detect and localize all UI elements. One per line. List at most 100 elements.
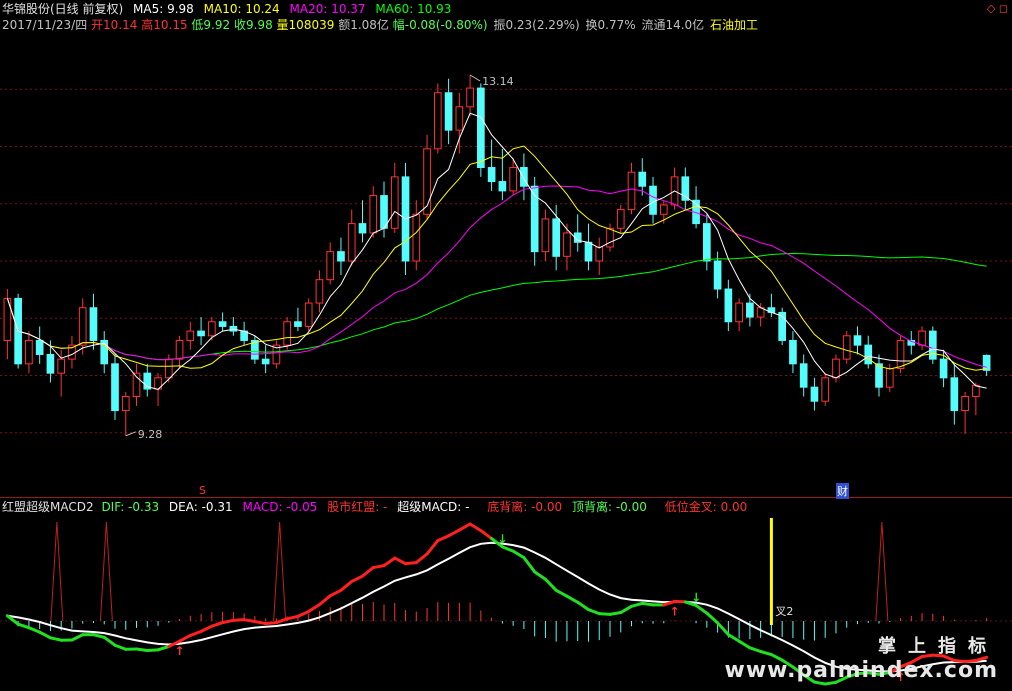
dif-line-segment xyxy=(630,601,644,608)
candle-body xyxy=(832,358,840,379)
candle-body xyxy=(595,246,604,262)
candle-body xyxy=(789,339,797,365)
dif-line-segment xyxy=(156,645,171,652)
red-alliance-spike xyxy=(875,521,889,622)
candle-body xyxy=(810,386,819,402)
high-label: 高10.15 xyxy=(141,18,188,32)
dif-line-segment xyxy=(70,633,85,642)
candle-body xyxy=(563,232,571,257)
low-golden-cross-label: 低位金叉: 0.00 xyxy=(664,500,748,514)
sector-label[interactable]: 石油加工 xyxy=(710,18,758,32)
candlestick-chart[interactable]: 13.14 9.28 xyxy=(0,32,1012,490)
candle-body xyxy=(799,363,808,388)
up-arrow-icon: ↑ xyxy=(670,604,680,618)
dea-label: DEA: -0.31 xyxy=(168,500,233,514)
candle-body xyxy=(659,204,668,215)
candle-body xyxy=(78,307,87,346)
dif-line-segment xyxy=(360,566,375,578)
dif-line-segment xyxy=(178,633,192,643)
candle-body xyxy=(433,92,442,150)
dif-line-segment xyxy=(274,617,289,625)
dif-line-segment xyxy=(307,603,321,613)
candle-body xyxy=(455,106,464,131)
float-label: 流通14.0亿 xyxy=(641,18,705,32)
turnover-label: 换0.77% xyxy=(585,18,636,32)
dif-line-segment xyxy=(425,539,440,556)
dif-line-segment xyxy=(210,621,225,628)
red-alliance-label: 股市红盟: - xyxy=(327,500,388,514)
dif-label: DIF: -0.33 xyxy=(101,500,160,514)
s-marker[interactable]: S xyxy=(199,484,206,497)
dif-line-segment xyxy=(339,579,354,592)
ma5-label: MA5: 9.98 xyxy=(133,2,194,16)
candle-body xyxy=(627,171,636,211)
candle-body xyxy=(466,87,474,108)
candle-body xyxy=(821,377,830,402)
candle-body xyxy=(939,358,948,379)
dif-line-segment xyxy=(27,626,42,634)
dif-line-segment xyxy=(393,556,408,566)
candle-body xyxy=(606,227,614,248)
red-alliance-spike xyxy=(273,521,287,622)
candle-body xyxy=(477,87,485,169)
candle-body xyxy=(509,167,517,192)
dif-line-segment xyxy=(543,577,558,592)
dif-line-segment xyxy=(188,629,203,637)
candle-body xyxy=(928,330,937,360)
macd-label: MACD: -0.05 xyxy=(242,500,318,514)
candle-body xyxy=(380,195,388,229)
candle-body xyxy=(175,339,184,360)
candle-body xyxy=(358,223,367,234)
dif-line-segment xyxy=(199,624,214,633)
ma20-label: MA20: 10.37 xyxy=(289,2,366,16)
candle-body xyxy=(896,339,905,369)
dif-line-segment xyxy=(382,556,397,568)
candle-body xyxy=(315,279,324,304)
candle-body xyxy=(842,335,851,360)
candle-body xyxy=(46,353,55,374)
dif-line-segment xyxy=(468,522,483,533)
ma20-line xyxy=(6,185,987,368)
candle-body xyxy=(703,223,711,262)
dif-line-segment xyxy=(371,564,386,570)
candle-body xyxy=(972,384,980,398)
dif-line-segment xyxy=(436,534,451,543)
ma60-line xyxy=(6,252,987,361)
candle-body xyxy=(347,223,356,262)
ma10-label: MA10: 10.24 xyxy=(203,2,280,16)
open-label: 开10.14 xyxy=(91,18,138,32)
dif-line-segment xyxy=(145,648,160,653)
candle-body xyxy=(294,321,302,327)
dif-line-segment xyxy=(522,556,537,574)
dif-line-segment xyxy=(135,647,149,653)
candle-body xyxy=(25,339,33,365)
candle-body xyxy=(390,176,399,229)
dif-line-segment xyxy=(16,622,31,630)
candle-body xyxy=(121,396,130,412)
restore-icon[interactable]: ◇ ◻ xyxy=(987,2,1008,15)
cross-label: 叉2 xyxy=(775,605,793,618)
super-macd-label: 超级MACD: - xyxy=(397,500,470,514)
candle-body xyxy=(35,339,44,355)
dif-line-segment xyxy=(253,620,268,626)
dif-line-segment xyxy=(242,618,257,624)
candle-body xyxy=(950,377,959,412)
ma60-label: MA60: 10.93 xyxy=(375,2,452,16)
dif-line-segment xyxy=(565,594,580,604)
dif-line-segment xyxy=(317,594,332,607)
candle-body xyxy=(208,321,216,337)
amount-label: 额1.08亿 xyxy=(338,18,389,32)
dif-line-segment xyxy=(414,552,429,565)
dif-line-segment xyxy=(91,633,106,639)
red-alliance-spike xyxy=(50,521,64,622)
macd-indicator-name[interactable]: 红盟超级MACD2 xyxy=(2,500,94,514)
candle-body xyxy=(423,148,431,215)
candle-body xyxy=(57,358,66,374)
dif-line-segment xyxy=(285,614,300,621)
finance-marker[interactable]: 财 xyxy=(836,483,849,499)
low-label: 低9.92 xyxy=(191,18,231,32)
candle-body xyxy=(735,302,743,323)
watermark: 掌上指标 www.palmindex.com xyxy=(725,632,998,683)
candle-body xyxy=(89,307,98,341)
ma-legend-row: 华锦股份(日线 前复权) MA5: 9.98 MA10: 10.24 MA20:… xyxy=(2,2,457,16)
